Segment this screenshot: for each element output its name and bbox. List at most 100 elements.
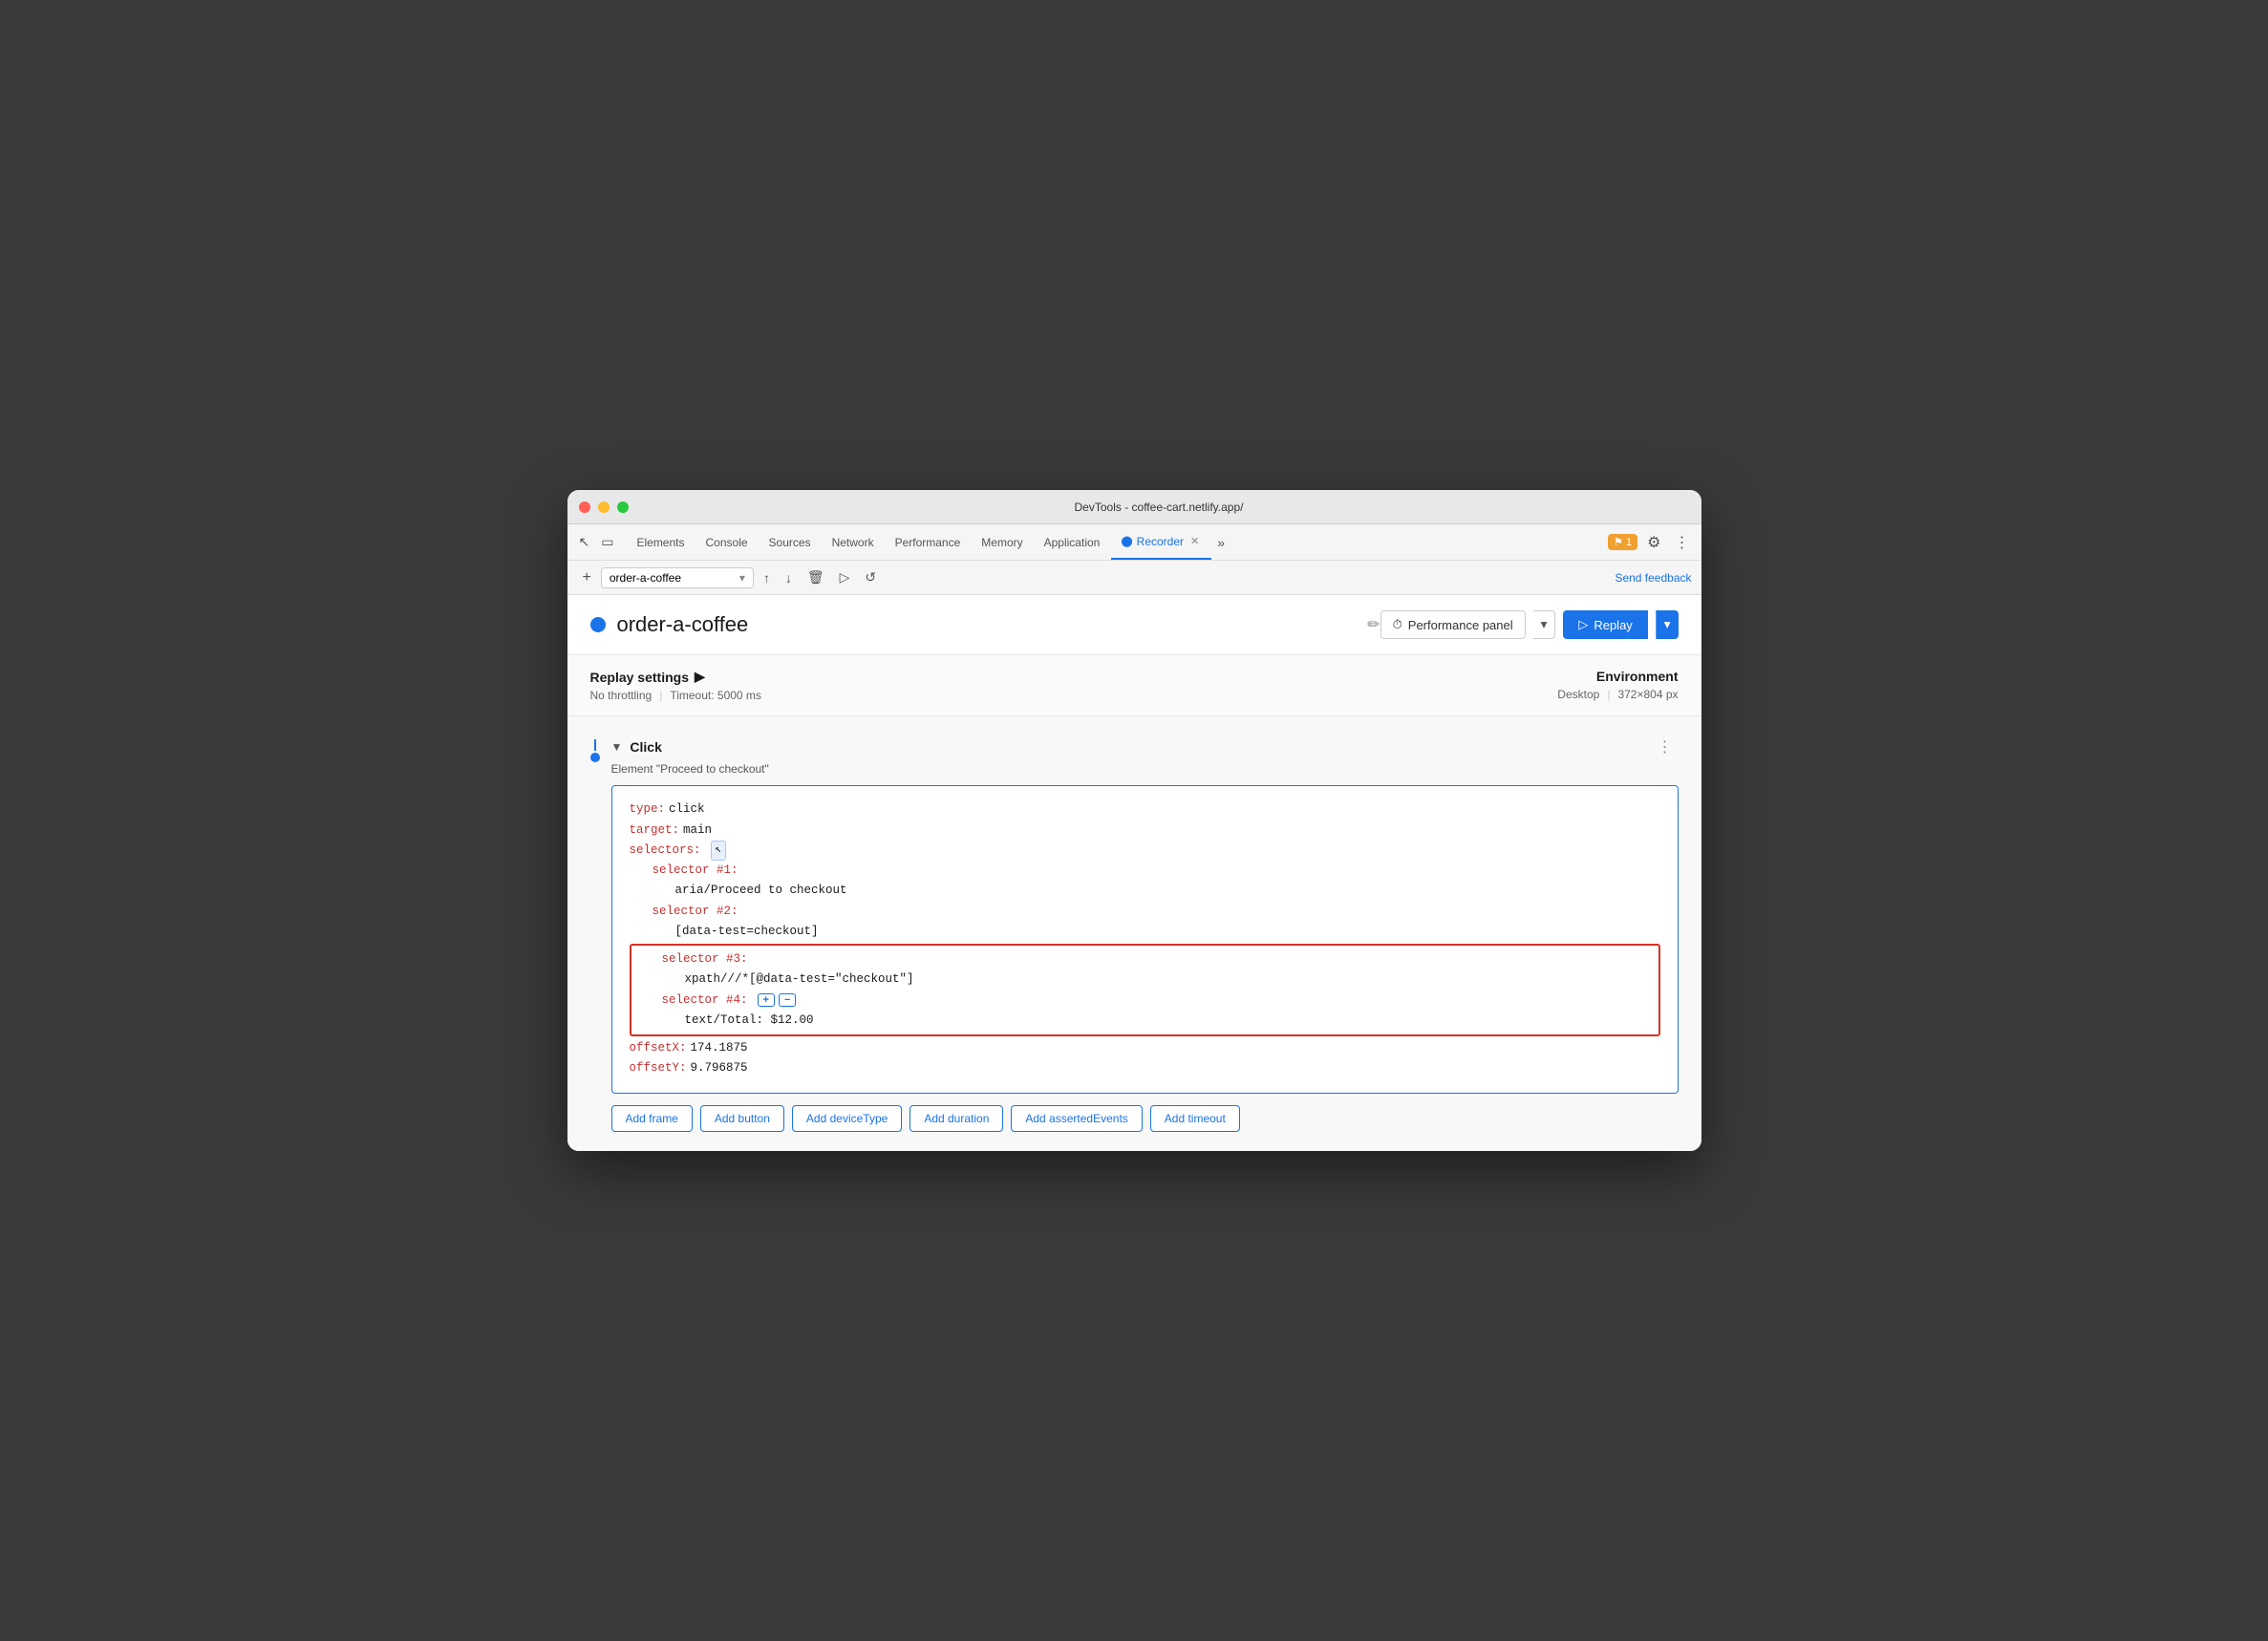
cursor-icon[interactable]: ↖: [575, 530, 594, 554]
add-devicetype-button[interactable]: Add deviceType: [792, 1105, 902, 1132]
tab-console[interactable]: Console: [696, 524, 758, 560]
code-type-val: click: [669, 799, 705, 820]
code-selector1-val: aria/Proceed to checkout: [675, 881, 847, 901]
tab-sources[interactable]: Sources: [760, 524, 821, 560]
tab-network[interactable]: Network: [823, 524, 884, 560]
export-button[interactable]: ↑: [758, 566, 776, 589]
add-timeout-button[interactable]: Add timeout: [1150, 1105, 1240, 1132]
step-more-options-button[interactable]: ⋮: [1652, 735, 1679, 758]
code-selector3-val-line: xpath///*[@data-test="checkout"]: [685, 970, 1651, 990]
close-button[interactable]: [579, 501, 590, 513]
tab-application[interactable]: Application: [1035, 524, 1110, 560]
tab-memory[interactable]: Memory: [972, 524, 1032, 560]
add-button-button[interactable]: Add button: [700, 1105, 784, 1132]
environment-subtitle: Desktop | 372×804 px: [1557, 688, 1678, 701]
add-frame-button[interactable]: Add frame: [611, 1105, 693, 1132]
recording-title: order-a-coffee: [617, 612, 1360, 637]
selector-action-buttons: + −: [758, 993, 797, 1007]
edit-title-icon[interactable]: ✏: [1367, 615, 1380, 634]
code-offsetY-key: offsetY:: [630, 1058, 687, 1078]
performance-panel-button[interactable]: ⏱ Performance panel: [1380, 610, 1526, 639]
code-selector3-line: selector #3:: [662, 949, 1651, 970]
tab-bar: ↖ ▭ Elements Console Sources Network Per…: [567, 524, 1701, 561]
maximize-button[interactable]: [617, 501, 629, 513]
code-offsetY-line: offsetY: 9.796875: [630, 1058, 1660, 1078]
replay-button[interactable]: ▷ Replay: [1563, 610, 1647, 639]
code-selector2-val: [data-test=checkout]: [675, 922, 819, 942]
import-button[interactable]: ↓: [780, 566, 798, 589]
add-duration-button[interactable]: Add duration: [909, 1105, 1003, 1132]
code-target-val: main: [683, 820, 712, 841]
window-title: DevTools - coffee-cart.netlify.app/: [629, 501, 1690, 514]
code-selector1-line: selector #1:: [653, 861, 1660, 881]
settings-separator: |: [659, 689, 662, 702]
performance-panel-label: Performance panel: [1408, 618, 1513, 632]
code-offsetX-val: 174.1875: [691, 1038, 748, 1058]
steps-panel: ▼ Click ⋮ Element "Proceed to checkout" …: [567, 716, 1701, 1150]
code-selectors-key: selectors:: [630, 841, 701, 861]
recording-name-selector[interactable]: order-a-coffee ▾: [601, 567, 754, 588]
more-tabs-button[interactable]: »: [1213, 531, 1229, 554]
environment-title: Environment: [1557, 669, 1678, 684]
replay-settings-title[interactable]: Replay settings ▶: [590, 669, 761, 685]
step-dot: [590, 753, 600, 762]
tab-elements[interactable]: Elements: [627, 524, 694, 560]
selector-add-button[interactable]: +: [758, 993, 775, 1007]
dropdown-chevron-icon: ▾: [739, 571, 745, 585]
replay-settings-subtitle: No throttling | Timeout: 5000 ms: [590, 689, 761, 702]
code-selector1-key: selector #1:: [653, 861, 738, 881]
more-options-icon[interactable]: ⋮: [1671, 529, 1694, 556]
replay-label: Replay: [1594, 618, 1632, 632]
step-collapse-icon[interactable]: ▼: [611, 740, 623, 754]
code-selector2-key: selector #2:: [653, 902, 738, 922]
selector-highlight-box: selector #3: xpath///*[@data-test="check…: [630, 944, 1660, 1036]
step-code-block: type: click target: main selectors: ↖: [611, 785, 1679, 1093]
code-selector1-val-line: aria/Proceed to checkout: [675, 881, 1660, 901]
action-buttons-row: Add frame Add button Add deviceType Add …: [611, 1105, 1679, 1132]
code-type-line: type: click: [630, 799, 1660, 820]
step-header: ▼ Click ⋮: [611, 735, 1679, 758]
code-offsetX-line: offsetX: 174.1875: [630, 1038, 1660, 1058]
tab-performance[interactable]: Performance: [886, 524, 971, 560]
new-recording-button[interactable]: +: [577, 565, 597, 590]
code-type-key: type:: [630, 799, 666, 820]
code-target-line: target: main: [630, 820, 1660, 841]
delete-button[interactable]: 🗑: [802, 565, 830, 589]
step-body: ▼ Click ⋮ Element "Proceed to checkout" …: [611, 735, 1679, 1131]
window-controls: [579, 501, 629, 513]
settings-right: Environment Desktop | 372×804 px: [1557, 669, 1678, 701]
tab-recorder[interactable]: ⬤ Recorder ✕: [1111, 524, 1211, 560]
add-assertedevents-button[interactable]: Add assertedEvents: [1011, 1105, 1142, 1132]
recording-name-text: order-a-coffee: [610, 571, 681, 585]
play-icon: ▷: [1578, 617, 1588, 632]
step-line: [594, 739, 596, 751]
settings-icon[interactable]: ⚙: [1643, 529, 1664, 556]
tab-close-icon[interactable]: ✕: [1187, 534, 1202, 548]
code-selector2-val-line: [data-test=checkout]: [675, 922, 1660, 942]
undo-button[interactable]: ↺: [859, 565, 882, 589]
performance-panel-icon: ⏱: [1393, 617, 1402, 632]
selector-remove-button[interactable]: −: [779, 993, 796, 1007]
code-target-key: target:: [630, 820, 680, 841]
minimize-button[interactable]: [598, 501, 610, 513]
title-bar: DevTools - coffee-cart.netlify.app/: [567, 490, 1701, 524]
recording-header: order-a-coffee ✏ ⏱ Performance panel ▾ ▷…: [567, 595, 1701, 655]
code-selectors-line: selectors: ↖: [630, 841, 1660, 861]
code-selector2-line: selector #2:: [653, 902, 1660, 922]
code-offsetY-val: 9.796875: [691, 1058, 748, 1078]
issue-icon: ⚑: [1614, 536, 1623, 548]
record-start-button[interactable]: ▷: [834, 565, 856, 589]
code-offsetX-key: offsetX:: [630, 1038, 687, 1058]
header-right-controls: ⏱ Performance panel ▾ ▷ Replay ▾: [1380, 610, 1679, 639]
code-selector4-val: text/Total: $12.00: [685, 1011, 814, 1031]
settings-section: Replay settings ▶ No throttling | Timeou…: [567, 655, 1701, 716]
replay-dropdown-button[interactable]: ▾: [1656, 610, 1679, 639]
recorder-toolbar: + order-a-coffee ▾ ↑ ↓ 🗑 ▷ ↺ Send feedba…: [567, 561, 1701, 595]
code-selector3-val: xpath///*[@data-test="checkout"]: [685, 970, 914, 990]
step-description: Element "Proceed to checkout": [611, 762, 1679, 776]
issue-badge-button[interactable]: ⚑ 1: [1608, 534, 1637, 550]
issue-count: 1: [1626, 537, 1632, 548]
performance-panel-dropdown-button[interactable]: ▾: [1533, 610, 1556, 639]
device-icon[interactable]: ▭: [597, 530, 617, 554]
send-feedback-link[interactable]: Send feedback: [1615, 571, 1691, 585]
